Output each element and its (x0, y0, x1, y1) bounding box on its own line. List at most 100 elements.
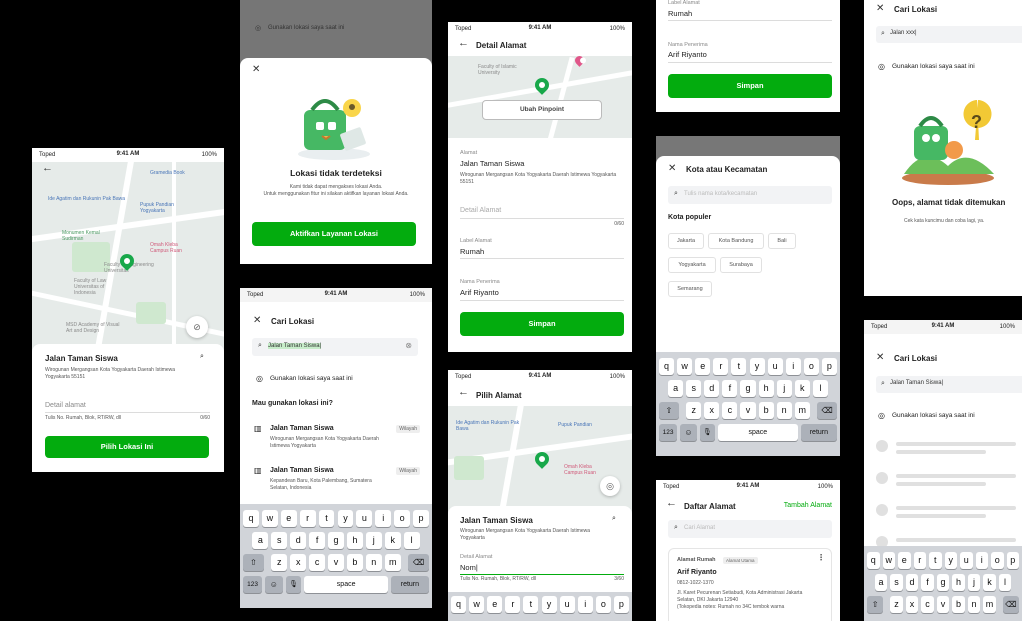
recipient-field[interactable]: Arif Riyanto (668, 50, 707, 59)
city-chip[interactable]: Semarang (668, 281, 712, 297)
city-chip[interactable]: Kota Bandung (708, 233, 764, 249)
backspace-key[interactable]: ⌫ (817, 402, 837, 419)
shift-key[interactable]: ⇧ (867, 596, 884, 613)
map-view[interactable]: Faculty of Islamic University Ubah Pinpo… (448, 56, 632, 138)
keyboard[interactable]: q w e r t y u i o p a s d f g h j k l ⇧ z x c v b n m ⌫ 123 ☺ 🎙 space re… (656, 352, 840, 456)
key-q[interactable]: q (867, 552, 880, 569)
key-w[interactable]: w (469, 596, 485, 613)
key-c[interactable]: c (309, 554, 326, 571)
key-h[interactable]: h (758, 380, 774, 397)
key-a[interactable]: a (668, 380, 684, 397)
search-input[interactable]: ⌕ Jalan Taman Siswa| (876, 376, 1022, 393)
key-e[interactable]: e (695, 358, 711, 375)
back-arrow-icon[interactable]: ← (666, 497, 677, 509)
key-v[interactable]: v (740, 402, 756, 419)
numbers-key[interactable]: 123 (659, 424, 678, 441)
key-j[interactable]: j (365, 532, 382, 549)
mic-key[interactable]: 🎙 (699, 424, 715, 441)
key-t[interactable]: t (523, 596, 539, 613)
numbers-key[interactable]: 123 (243, 576, 263, 593)
detail-input[interactable]: Detail alamat (45, 402, 86, 409)
key-y[interactable]: y (337, 510, 354, 527)
detail-address-input[interactable]: Detail Alamat (460, 207, 501, 214)
backspace-key[interactable]: ⌫ (408, 554, 429, 571)
key-y[interactable]: y (944, 552, 957, 569)
key-h[interactable]: h (952, 574, 965, 591)
key-k[interactable]: k (384, 532, 401, 549)
key-a[interactable]: a (252, 532, 269, 549)
key-l[interactable]: l (998, 574, 1012, 591)
map-view[interactable]: Ide Agatim dan Rukunin Pak Bawa Pupuk Pa… (448, 406, 632, 516)
key-f[interactable]: f (309, 532, 326, 549)
key-t[interactable]: t (731, 358, 747, 375)
address-search-input[interactable]: ⌕ Cari Alamat (668, 520, 832, 538)
key-h[interactable]: h (346, 532, 363, 549)
key-y[interactable]: y (749, 358, 765, 375)
key-s[interactable]: s (890, 574, 903, 591)
key-o[interactable]: o (595, 596, 611, 613)
key-j[interactable]: j (776, 380, 792, 397)
back-arrow-icon[interactable]: ← (42, 162, 53, 174)
key-c[interactable]: c (722, 402, 738, 419)
key-o[interactable]: o (991, 552, 1004, 569)
key-b[interactable]: b (346, 554, 363, 571)
search-icon[interactable]: ⌕ (612, 515, 616, 523)
key-u[interactable]: u (960, 552, 973, 569)
key-b[interactable]: b (952, 596, 965, 613)
key-l[interactable]: l (403, 532, 420, 549)
key-v[interactable]: v (936, 596, 950, 613)
city-chip[interactable]: Bali (768, 233, 796, 249)
back-arrow-icon[interactable]: ← (458, 386, 469, 398)
key-m[interactable]: m (384, 554, 401, 571)
key-p[interactable]: p (1006, 552, 1019, 569)
key-l[interactable]: l (812, 380, 828, 397)
mic-key[interactable]: 🎙 (285, 576, 302, 593)
key-q[interactable]: q (451, 596, 467, 613)
key-i[interactable]: i (375, 510, 392, 527)
key-b[interactable]: b (758, 402, 774, 419)
key-p[interactable]: p (613, 596, 629, 613)
key-i[interactable]: i (975, 552, 988, 569)
key-d[interactable]: d (905, 574, 919, 591)
backspace-key[interactable]: ⌫ (1002, 596, 1019, 613)
key-g[interactable]: g (740, 380, 756, 397)
key-k[interactable]: k (983, 574, 996, 591)
space-key[interactable]: space (304, 576, 388, 593)
key-u[interactable]: u (356, 510, 373, 527)
key-g[interactable]: g (936, 574, 950, 591)
key-n[interactable]: n (365, 554, 382, 571)
enable-location-button[interactable]: Aktifkan Layanan Lokasi (252, 222, 416, 246)
locate-off-icon[interactable]: ⊘ (186, 316, 208, 338)
save-button[interactable]: Simpan (668, 74, 832, 98)
key-m[interactable]: m (983, 596, 996, 613)
key-t[interactable]: t (929, 552, 942, 569)
shift-key[interactable]: ⇧ (659, 402, 679, 419)
key-x[interactable]: x (905, 596, 919, 613)
key-z[interactable]: z (686, 402, 702, 419)
locate-icon[interactable]: ◎ (600, 476, 620, 496)
result-item[interactable]: ▥ Jalan Taman Siswa Wilayah Wirogunan Me… (252, 424, 420, 458)
key-m[interactable]: m (794, 402, 810, 419)
search-input[interactable]: ⌕ Jalan Taman Siswa| ⊗ (252, 338, 418, 356)
key-f[interactable]: f (722, 380, 738, 397)
key-x[interactable]: x (290, 554, 307, 571)
key-e[interactable]: e (487, 596, 503, 613)
choose-location-button[interactable]: Pilih Lokasi Ini (45, 436, 209, 458)
close-icon[interactable]: ✕ (876, 3, 884, 14)
key-e[interactable]: e (280, 510, 297, 527)
key-x[interactable]: x (704, 402, 720, 419)
emoji-key[interactable]: ☺ (680, 424, 697, 441)
key-j[interactable]: j (967, 574, 981, 591)
key-u[interactable]: u (767, 358, 783, 375)
close-icon[interactable]: ✕ (252, 64, 260, 75)
key-e[interactable]: e (898, 552, 911, 569)
key-y[interactable]: y (541, 596, 557, 613)
key-r[interactable]: r (505, 596, 521, 613)
more-icon[interactable]: ⋮ (817, 553, 825, 562)
key-q[interactable]: q (659, 358, 675, 375)
detail-input[interactable]: Nom| (460, 563, 478, 572)
key-r[interactable]: r (913, 552, 926, 569)
keyboard[interactable]: q w e r t y u i o p a s d f g h j k l ⇧ z x c v b n m ⌫ (864, 546, 1022, 621)
key-t[interactable]: t (318, 510, 335, 527)
key-f[interactable]: f (921, 574, 934, 591)
